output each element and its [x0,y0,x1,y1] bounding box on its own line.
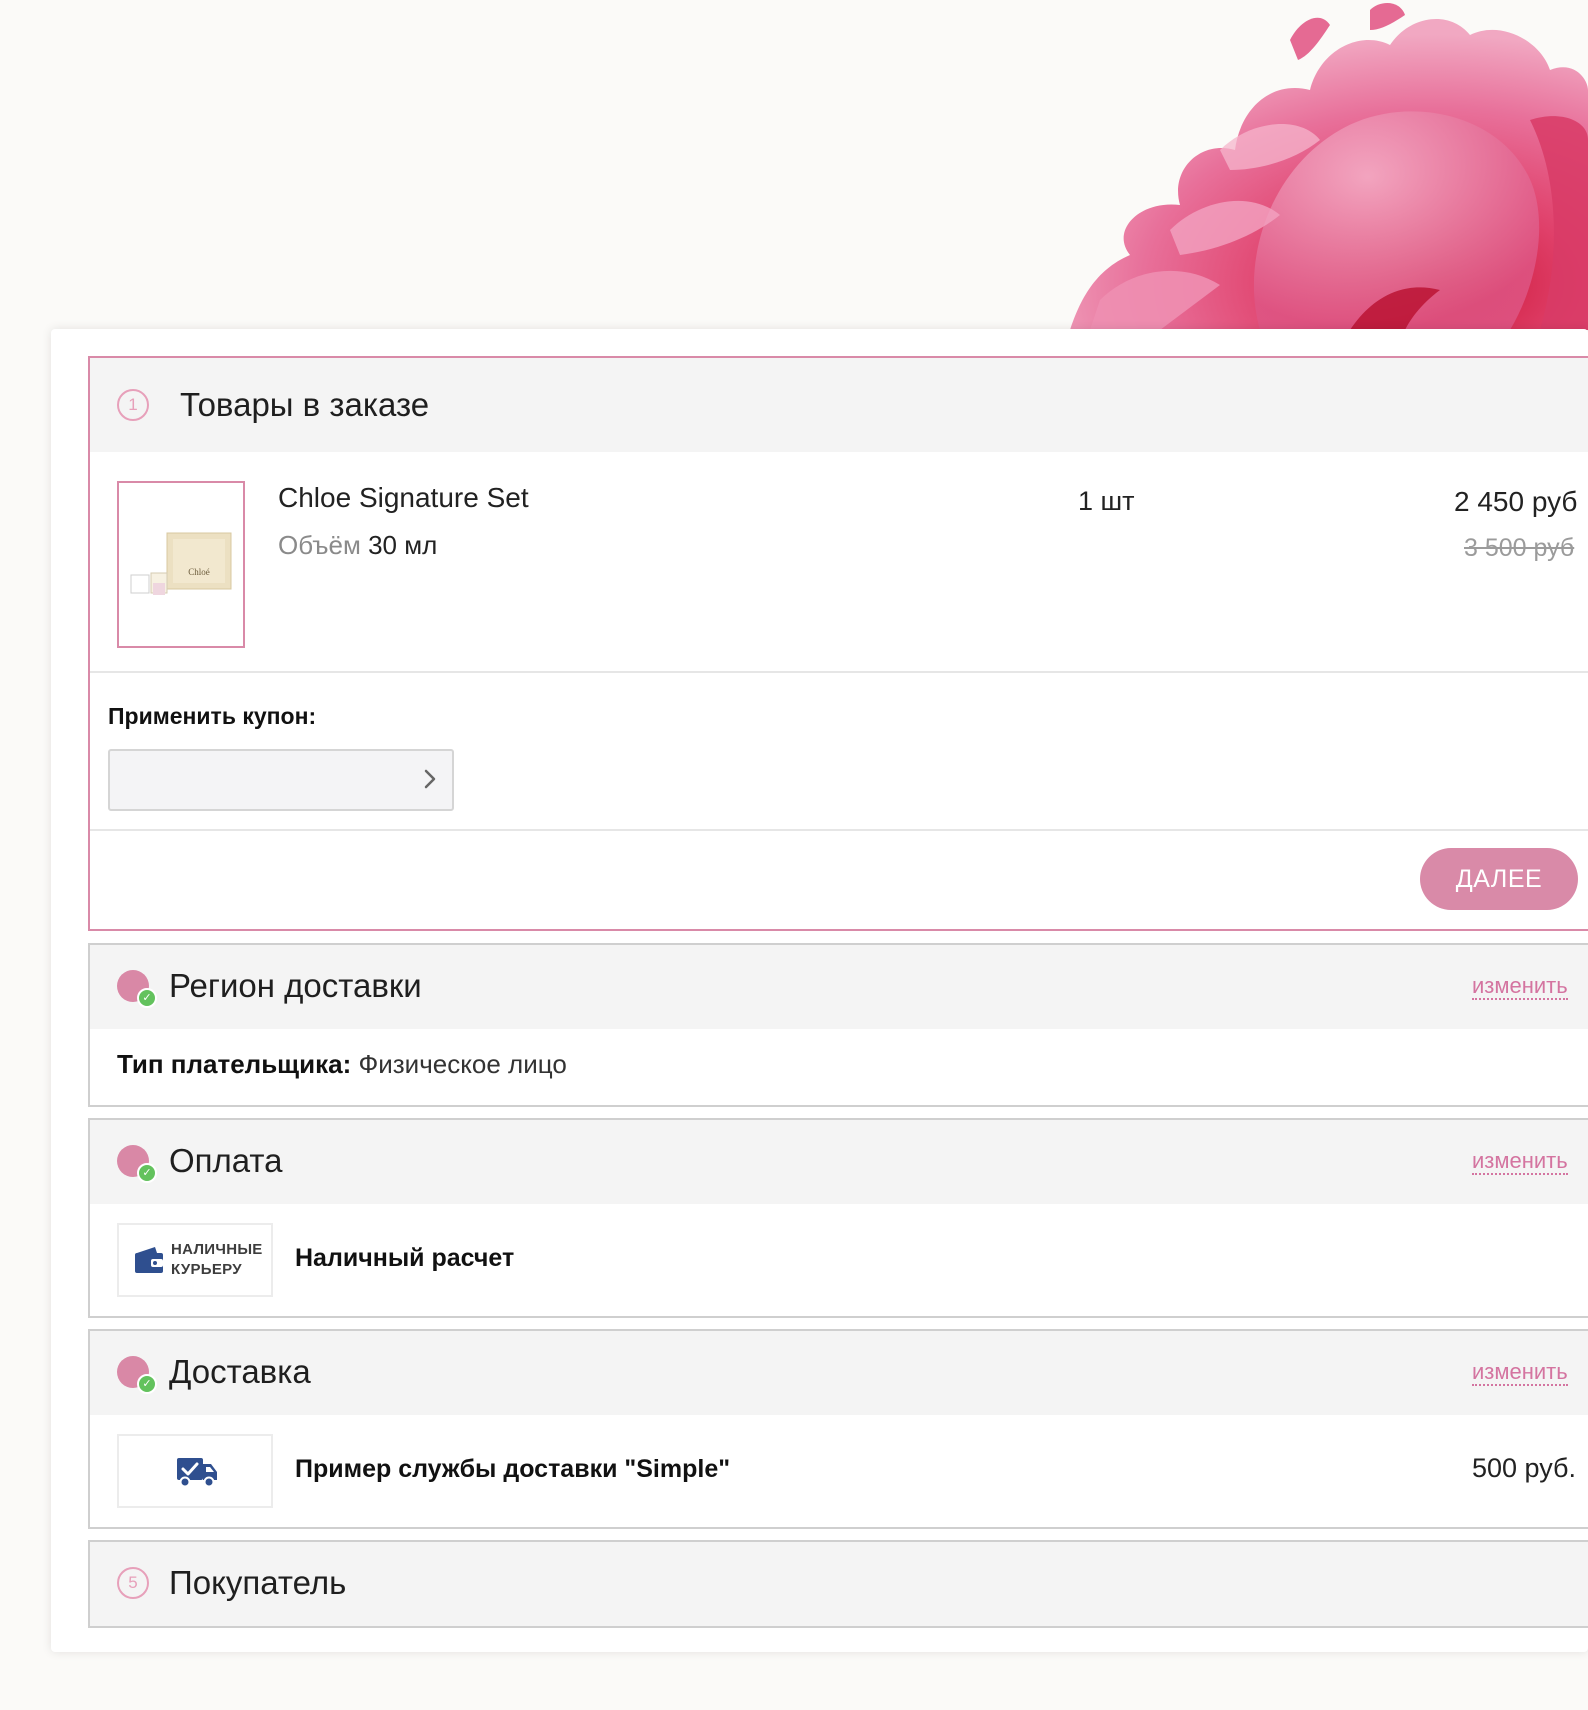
delivery-method-name: Пример службы доставки "Simple" [295,1455,731,1483]
payment-logo-line1: НАЛИЧНЫЕ [171,1241,263,1258]
order-items-header: 1 Товары в заказе [90,358,1588,452]
product-volume: Объём 30 мл [278,530,437,561]
coupon-input[interactable] [110,751,400,809]
product-thumbnail[interactable]: Chloé [117,481,245,648]
order-items-section: 1 Товары в заказе Chloé Chloe Signature … [88,356,1588,931]
coupon-field [108,749,454,811]
delivery-section: ✓ Доставка изменить Пример службы достав… [88,1329,1588,1529]
section-title: Регион доставки [169,967,422,1004]
change-payment-link[interactable]: изменить [1472,1149,1568,1175]
check-icon: ✓ [137,988,157,1008]
payer-type-label: Тип плательщика: [117,1049,352,1079]
change-region-link[interactable]: изменить [1472,974,1568,1000]
product-old-price: 3 500 руб [1464,534,1575,562]
peony-flower-image [1070,0,1588,330]
divider [90,829,1588,831]
payment-header: ✓ Оплата изменить [90,1120,1588,1204]
check-icon: ✓ [137,1163,157,1183]
payment-section: ✓ Оплата изменить НАЛИЧНЫЕ КУРЬЕРУ Налич… [88,1118,1588,1318]
product-price: 2 450 руб [1454,486,1578,517]
volume-value: 30 мл [368,530,438,560]
thumb-brand-text: Chloé [188,567,210,577]
buyer-section: 5 Покупатель [88,1540,1588,1628]
step-number-badge: 1 [117,389,149,421]
check-icon: ✓ [137,1374,157,1394]
chevron-right-icon[interactable] [418,767,442,791]
change-delivery-link[interactable]: изменить [1472,1360,1568,1386]
payment-logo-text: НАЛИЧНЫЕ КУРЬЕРУ [171,1240,263,1280]
coupon-label: Применить купон: [108,703,317,729]
product-quantity: 1 шт [1078,486,1135,516]
payment-method-name: Наличный расчет [295,1244,515,1272]
buyer-header[interactable]: 5 Покупатель [90,1542,1588,1626]
step-number-badge: 5 [117,1567,149,1599]
section-title: Товары в заказе [180,386,430,423]
section-title: Доставка [169,1353,311,1390]
wallet-icon [133,1247,165,1280]
payment-logo: НАЛИЧНЫЕ КУРЬЕРУ [117,1223,273,1297]
delivery-header: ✓ Доставка изменить [90,1331,1588,1415]
divider [90,671,1588,673]
payer-type: Тип плательщика: Физическое лицо [117,1049,567,1080]
next-button[interactable]: ДАЛЕЕ [1420,848,1578,910]
section-title: Покупатель [169,1564,347,1601]
delivery-region-header: ✓ Регион доставки изменить [90,945,1588,1029]
delivery-price: 500 руб. [1471,1453,1576,1483]
section-title: Оплата [169,1142,283,1179]
payment-logo-line2: КУРЬЕРУ [171,1261,242,1278]
product-name[interactable]: Chloe Signature Set [278,482,529,514]
delivery-logo [117,1434,273,1508]
delivery-region-section: ✓ Регион доставки изменить Тип плательщи… [88,943,1588,1107]
payer-type-value: Физическое лицо [358,1049,567,1079]
volume-label: Объём [278,530,361,560]
truck-check-icon [175,1454,219,1495]
